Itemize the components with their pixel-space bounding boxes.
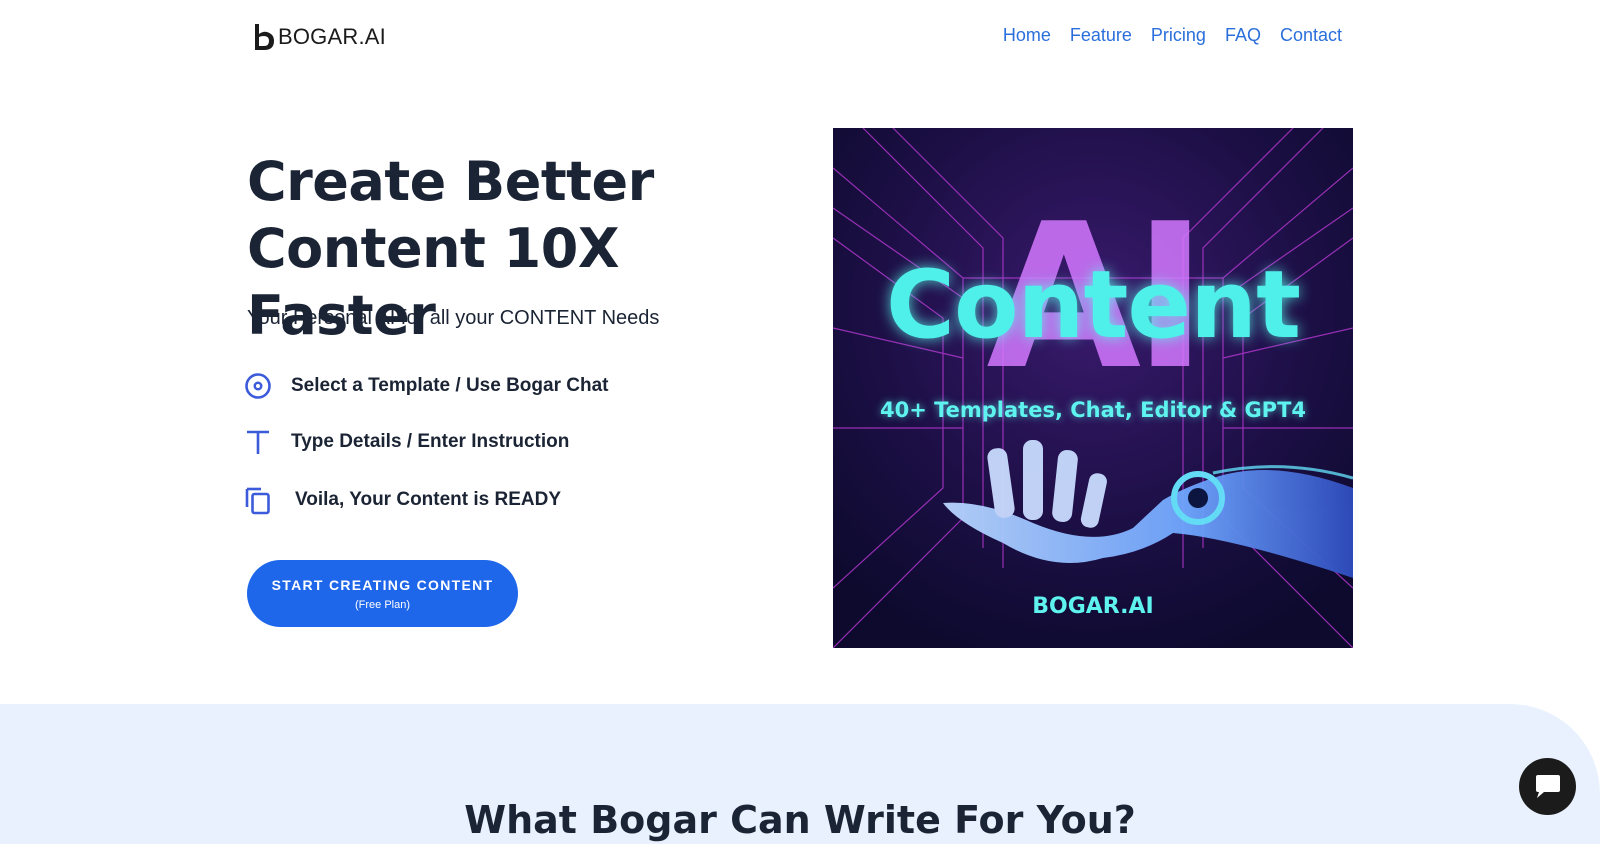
hero-subtitle: Your Personal AI for all your CONTENT Ne… <box>247 307 660 329</box>
step-item: Voila, Your Content is READY <box>244 486 562 515</box>
copy-icon <box>244 486 272 515</box>
cta-sublabel: (Free Plan) <box>354 598 411 611</box>
features-section: What Bogar Can Write For You? <box>0 704 1600 844</box>
logo-icon <box>255 24 274 50</box>
step-label: Voila, Your Content is READY <box>295 489 562 510</box>
hero-image: AI Content 40+ Templates, Chat, Editor &… <box>833 128 1353 648</box>
main-nav: Home Feature Pricing FAQ Contact <box>1003 25 1342 46</box>
step-label: Select a Template / Use Bogar Chat <box>291 375 609 396</box>
target-icon <box>244 372 272 400</box>
nav-feature[interactable]: Feature <box>1070 25 1132 46</box>
image-tagline: 40+ Templates, Chat, Editor & GPT4 <box>879 398 1307 422</box>
hero-title-line1: Create Better <box>247 150 654 213</box>
image-headline: Content <box>885 251 1301 360</box>
brand-name: BOGAR.AI <box>278 24 386 49</box>
nav-home[interactable]: Home <box>1003 25 1051 46</box>
nav-faq[interactable]: FAQ <box>1225 25 1261 46</box>
image-brand: BOGAR.AI <box>1032 594 1154 619</box>
step-item: Type Details / Enter Instruction <box>244 428 569 456</box>
nav-contact[interactable]: Contact <box>1280 25 1342 46</box>
nav-pricing[interactable]: Pricing <box>1151 25 1206 46</box>
step-label: Type Details / Enter Instruction <box>291 431 570 452</box>
cta-label: START CREATING CONTENT <box>271 576 494 593</box>
chat-widget-button[interactable] <box>1519 758 1576 815</box>
step-item: Select a Template / Use Bogar Chat <box>244 372 608 400</box>
text-icon <box>244 428 272 456</box>
chat-bubble-icon <box>1535 774 1560 798</box>
start-creating-button[interactable]: START CREATING CONTENT (Free Plan) <box>247 560 518 627</box>
site-header: BOGAR.AI Home Feature Pricing FAQ Contac… <box>0 0 1600 76</box>
logo[interactable]: BOGAR.AI <box>252 23 386 51</box>
section-title: What Bogar Can Write For You? <box>464 798 1136 842</box>
